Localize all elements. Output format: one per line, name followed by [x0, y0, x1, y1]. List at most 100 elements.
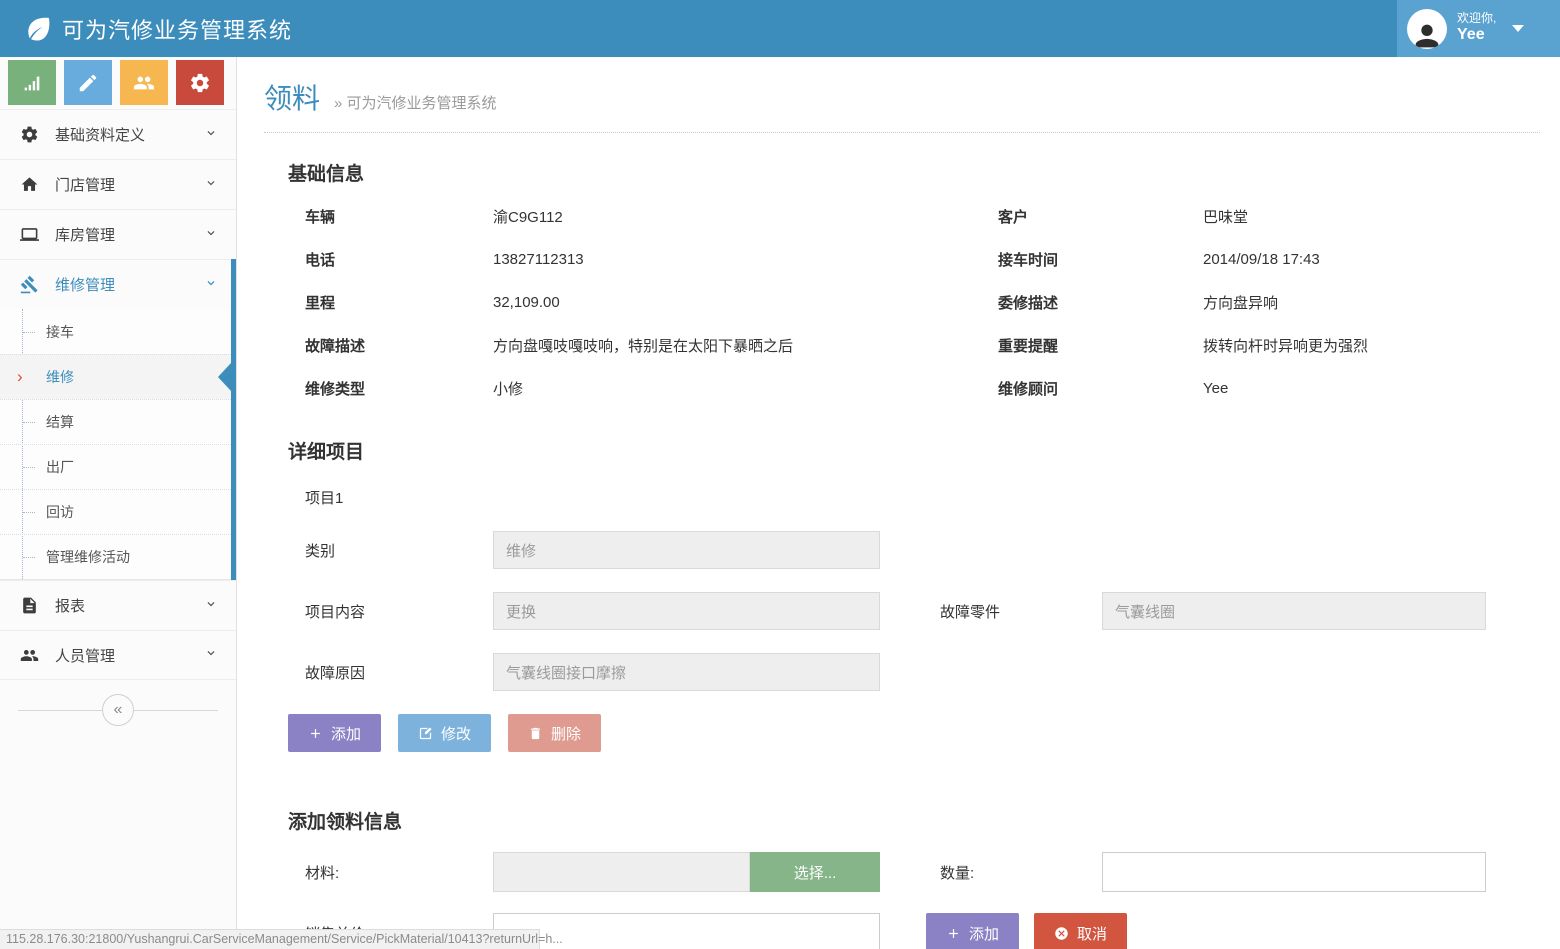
- info-row-entrust-desc: 委修描述 方向盘异响: [981, 281, 1540, 324]
- button-label: 取消: [1077, 923, 1107, 944]
- info-row-vehicle: 车辆 渝C9G112: [288, 195, 940, 238]
- form-row-content-and-part: 项目内容 故障零件: [288, 592, 1540, 630]
- field-label: 客户: [981, 206, 1203, 227]
- user-menu[interactable]: 欢迎你, Yee: [1397, 0, 1560, 57]
- category-input: [493, 531, 880, 569]
- info-row-customer: 客户 巴味堂: [981, 195, 1540, 238]
- sidebar-item-settlement[interactable]: 结算: [0, 399, 231, 444]
- quick-chart-button[interactable]: [8, 60, 56, 105]
- laptop-icon: [20, 225, 42, 245]
- add-item-button[interactable]: 添加: [288, 714, 381, 752]
- user-welcome-label: 欢迎你,: [1457, 12, 1496, 26]
- project-content-input: [493, 592, 880, 630]
- sidebar-item-warehouse[interactable]: 库房管理: [0, 209, 236, 259]
- field-value: 13827112313: [493, 251, 584, 268]
- status-url-tooltip: 115.28.176.30:21800/Yushangrui.CarServic…: [0, 929, 540, 949]
- info-row-receive-time: 接车时间 2014/09/18 17:43: [981, 238, 1540, 281]
- document-icon: [20, 596, 42, 616]
- material-picker: 选择...: [493, 852, 880, 892]
- divider: [18, 710, 102, 711]
- field-value: 2014/09/18 17:43: [1203, 251, 1320, 268]
- quick-edit-button[interactable]: [64, 60, 112, 105]
- choose-material-button[interactable]: 选择...: [750, 852, 880, 892]
- field-label: 接车时间: [981, 249, 1203, 270]
- edit-square-icon: [418, 726, 433, 741]
- sidebar-item-receive-car[interactable]: 接车: [0, 309, 231, 354]
- fault-part-input: [1102, 592, 1486, 630]
- page-header: 领料 » 可为汽修业务管理系统: [264, 57, 1540, 117]
- info-row-mileage: 里程 32,109.00: [288, 281, 940, 324]
- gears-icon: [189, 72, 211, 94]
- basic-info-right-column: 客户 巴味堂 接车时间 2014/09/18 17:43 委修描述 方向盘异响 …: [981, 195, 1540, 410]
- material-actions: 添加 取消: [926, 913, 1127, 949]
- submenu-item-label: 管理维修活动: [46, 547, 130, 567]
- submenu-item-label: 维修: [46, 367, 74, 387]
- field-label: 里程: [288, 292, 493, 313]
- field-value: 32,109.00: [493, 294, 560, 311]
- users-icon: [20, 645, 42, 665]
- active-caret-icon: ›: [17, 368, 23, 385]
- user-greeting: 欢迎你, Yee: [1457, 12, 1496, 44]
- plus-icon: [946, 926, 961, 941]
- gavel-icon: [20, 275, 42, 295]
- field-label: 数量:: [880, 862, 1102, 883]
- field-value: 拨转向杆时异响更为强烈: [1203, 335, 1368, 356]
- chevron-down-icon: [204, 176, 218, 194]
- sidebar-item-base-data[interactable]: 基础资料定义: [0, 109, 236, 159]
- sidebar-item-manage-repair-activity[interactable]: 管理维修活动: [0, 534, 231, 579]
- sidebar-item-follow-up[interactable]: 回访: [0, 489, 231, 534]
- form-row-category: 类别: [288, 531, 1540, 569]
- quick-settings-button[interactable]: [176, 60, 224, 105]
- submenu-item-label: 结算: [46, 412, 74, 432]
- sidebar: 基础资料定义 门店管理 库房管理 维修管理 接车 ›: [0, 57, 237, 949]
- cancel-button[interactable]: 取消: [1034, 913, 1127, 949]
- sidebar-item-stores[interactable]: 门店管理: [0, 159, 236, 209]
- sidebar-item-repair-management[interactable]: 维修管理: [0, 259, 231, 309]
- x-circle-icon: [1054, 926, 1069, 941]
- quick-icon-bar: [0, 57, 236, 109]
- page-title: 领料: [264, 77, 320, 117]
- quick-users-button[interactable]: [120, 60, 168, 105]
- field-label: 维修顾问: [981, 378, 1203, 399]
- submenu-item-label: 接车: [46, 322, 74, 342]
- field-label: 故障描述: [288, 335, 493, 356]
- quantity-input[interactable]: [1102, 852, 1486, 892]
- detail-buttons-row: 添加 修改 删除: [288, 714, 1540, 752]
- info-row-phone: 电话 13827112313: [288, 238, 940, 281]
- user-name: Yee: [1457, 26, 1496, 44]
- field-label: 故障零件: [880, 601, 1102, 622]
- sidebar-collapse-button[interactable]: «: [102, 694, 134, 726]
- edit-item-button[interactable]: 修改: [398, 714, 491, 752]
- button-label: 删除: [551, 723, 581, 744]
- field-label: 故障原因: [288, 662, 493, 683]
- selected-arrow-icon: [218, 363, 231, 391]
- submenu-item-label: 回访: [46, 502, 74, 522]
- sidebar-item-repair[interactable]: › 维修: [0, 354, 231, 399]
- users-icon: [133, 72, 155, 94]
- section-heading: 基础信息: [288, 159, 1540, 186]
- chevron-down-icon: [204, 226, 218, 244]
- sidebar-item-personnel[interactable]: 人员管理: [0, 630, 236, 680]
- section-detail-items: 详细项目 项目1 类别 项目内容 故障零件 故障原因 添加 修改: [264, 437, 1540, 752]
- delete-item-button[interactable]: 删除: [508, 714, 601, 752]
- section-heading: 详细项目: [288, 437, 1540, 464]
- form-row-material-qty: 材料: 选择... 数量:: [288, 852, 1540, 892]
- info-row-important-note: 重要提醒 拨转向杆时异响更为强烈: [981, 324, 1540, 367]
- sidebar-item-label: 门店管理: [55, 174, 115, 195]
- repair-submenu: 接车 › 维修 结算 出厂 回访 管理维修活动: [0, 309, 231, 580]
- sidebar-item-label: 库房管理: [55, 224, 115, 245]
- fault-reason-input: [493, 653, 880, 691]
- sidebar-item-reports[interactable]: 报表: [0, 580, 236, 630]
- app-title: 可为汽修业务管理系统: [62, 13, 292, 45]
- field-label: 车辆: [288, 206, 493, 227]
- gears-icon: [20, 125, 42, 145]
- section-add-material: 添加领料信息 材料: 选择... 数量: 销售单价: 添加 取消: [264, 807, 1540, 949]
- submenu-item-label: 出厂: [46, 457, 74, 477]
- field-value: 方向盘异响: [1203, 292, 1278, 313]
- field-label: 材料:: [288, 862, 493, 883]
- sidebar-item-label: 基础资料定义: [55, 124, 145, 145]
- app-brand: 可为汽修业务管理系统: [0, 13, 292, 45]
- sidebar-item-leave-factory[interactable]: 出厂: [0, 444, 231, 489]
- confirm-add-material-button[interactable]: 添加: [926, 913, 1019, 949]
- field-label: 项目内容: [288, 601, 493, 622]
